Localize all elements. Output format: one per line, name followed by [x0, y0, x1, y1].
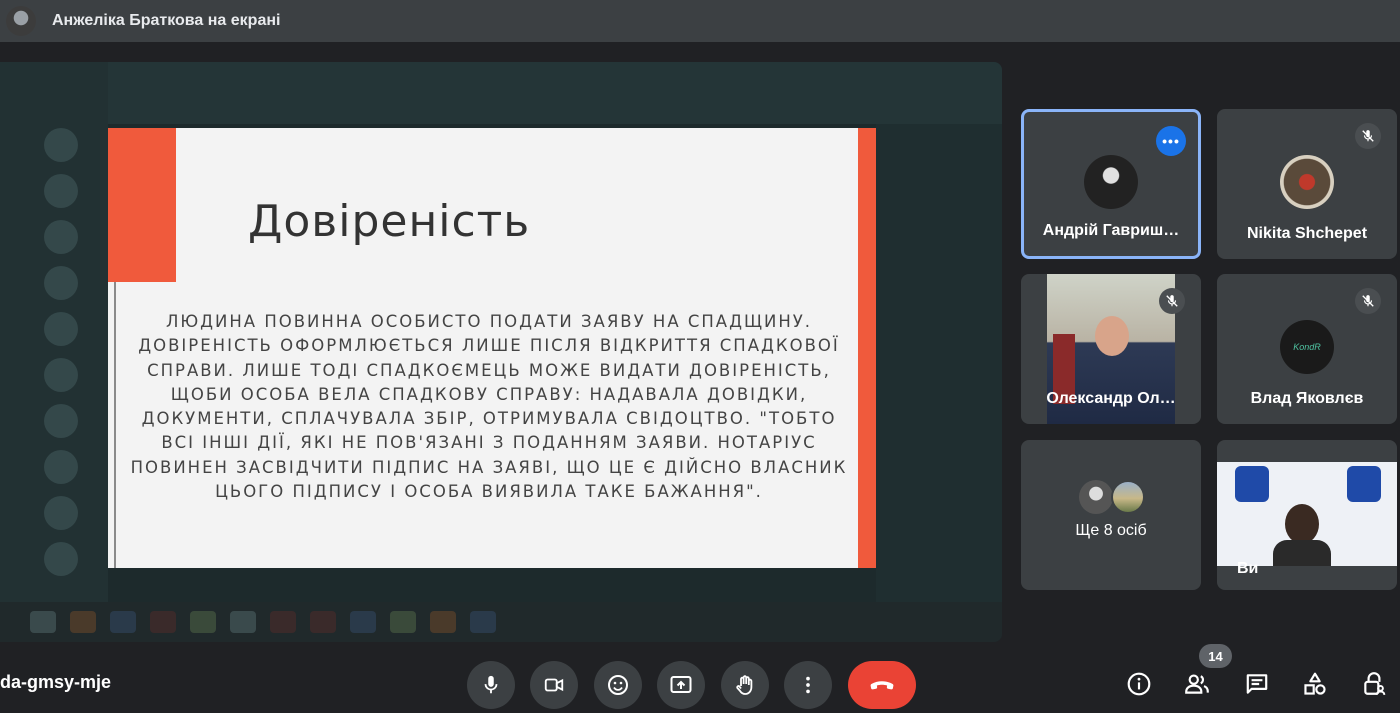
people-button[interactable]: [1179, 666, 1215, 702]
present-screen-icon: [670, 676, 692, 693]
activities-icon: [1304, 672, 1326, 695]
slide-accent-right: [858, 128, 876, 568]
emoji-icon: [608, 675, 628, 695]
hang-up-icon: [870, 681, 894, 690]
participant-avatar: KondR: [1280, 320, 1334, 374]
more-participants-label: Ще 8 осіб: [1075, 522, 1147, 539]
slide-body: Людина повинна особисто подати заяву на …: [130, 312, 848, 502]
self-name: Ви: [1237, 560, 1259, 577]
presentation-slide: Довіреність Людина повинна особисто пода…: [108, 128, 876, 568]
lock-person-icon: [1364, 672, 1386, 695]
participant-avatar: [1111, 480, 1145, 514]
screen-taskbar: [0, 602, 1002, 642]
participant-tile[interactable]: ••• Андрій Гавриш…: [1021, 109, 1201, 259]
meeting-code: da-gmsy-mje: [0, 672, 112, 692]
participant-name: Влад Яковлєв: [1250, 390, 1364, 407]
screen-background-panel: [876, 124, 1002, 630]
chat-icon: [1246, 674, 1268, 694]
mic-off-icon: [1355, 288, 1381, 314]
presenter-bar: Анжеліка Браткова на екрані: [0, 0, 1400, 42]
leave-call-button[interactable]: [848, 661, 916, 709]
presenter-title: Анжеліка Браткова на екрані: [52, 12, 281, 29]
self-tile[interactable]: Ви: [1217, 440, 1397, 590]
presenter-avatar: [6, 6, 36, 36]
mic-off-icon: [1355, 123, 1381, 149]
mic-off-icon: [1159, 288, 1185, 314]
avatar-text: KondR: [1293, 342, 1321, 352]
microphone-icon: [484, 675, 498, 694]
people-icon: [1185, 674, 1209, 694]
more-options-icon[interactable]: •••: [1156, 126, 1186, 156]
camera-button[interactable]: [530, 661, 578, 709]
host-controls-button[interactable]: [1356, 666, 1392, 702]
self-video: [1217, 462, 1397, 566]
raise-hand-button[interactable]: [721, 661, 769, 709]
info-icon: [1127, 672, 1151, 696]
present-screen-button[interactable]: [657, 661, 705, 709]
participant-tile[interactable]: Олександр Ол…: [1021, 274, 1201, 424]
slide-divider: [114, 282, 116, 568]
screen-background-toolbar: [0, 62, 1002, 124]
participant-avatar: [1084, 155, 1138, 209]
slide-title: Довіреність: [248, 196, 531, 247]
participant-name: Nikita Shchepet: [1246, 225, 1368, 242]
more-options-button[interactable]: [784, 661, 832, 709]
participant-tile[interactable]: Nikita Shchepet: [1217, 109, 1397, 259]
participant-name: Андрій Гавриш…: [1042, 222, 1180, 239]
participant-avatar: [1079, 480, 1113, 514]
shared-screen: Довіреність Людина повинна особисто пода…: [0, 62, 1002, 642]
more-vert-icon: [806, 676, 810, 694]
camera-icon: [544, 678, 564, 692]
participant-tile[interactable]: KondR Влад Яковлєв: [1217, 274, 1397, 424]
people-count-badge: 14: [1199, 644, 1232, 668]
chat-button[interactable]: [1239, 666, 1275, 702]
more-participants-tile[interactable]: Ще 8 осіб: [1021, 440, 1201, 590]
screen-background-chat-list: [0, 62, 108, 642]
participant-avatar: [1280, 155, 1334, 209]
slide-accent-left: [108, 128, 176, 282]
participant-name: Олександр Ол…: [1046, 390, 1176, 407]
activities-button[interactable]: [1297, 666, 1333, 702]
microphone-button[interactable]: [467, 661, 515, 709]
reactions-button[interactable]: [594, 661, 642, 709]
hand-icon: [736, 675, 753, 695]
meeting-details-button[interactable]: [1121, 666, 1157, 702]
